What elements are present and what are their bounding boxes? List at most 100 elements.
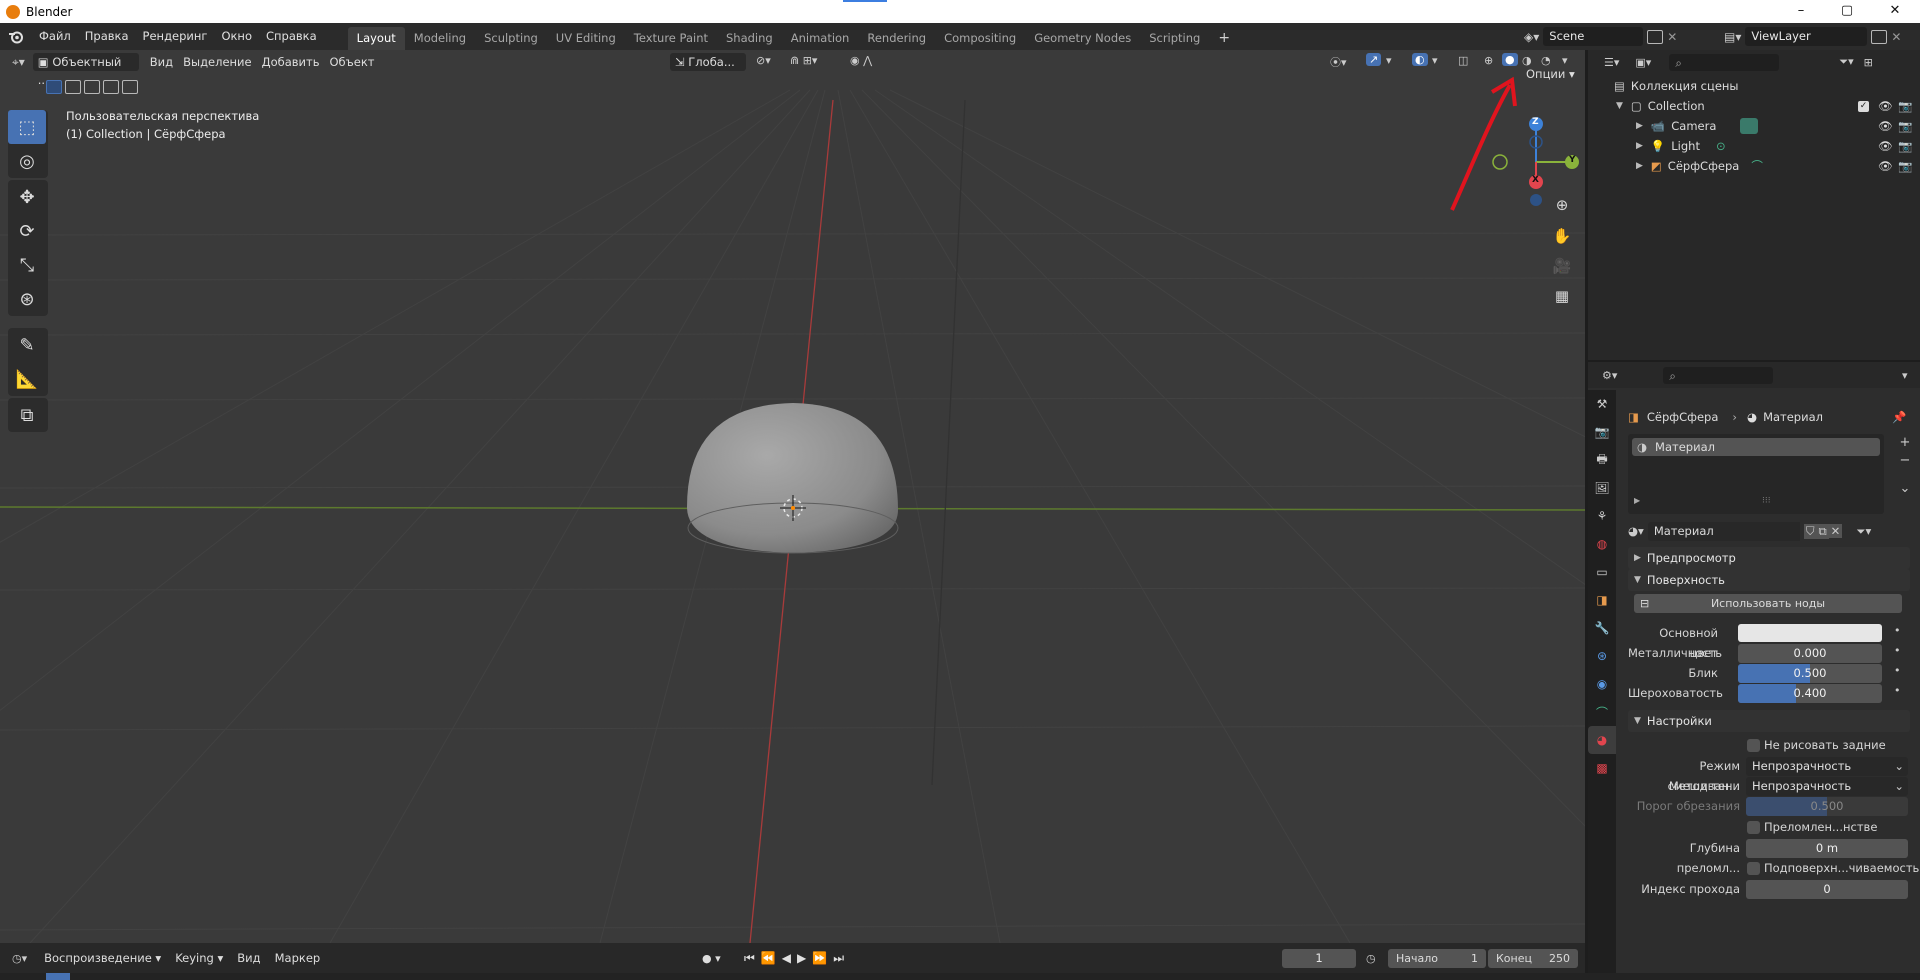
solid-shading-icon[interactable]: ● bbox=[1502, 53, 1518, 66]
zoom-icon[interactable]: ⊕ bbox=[1548, 191, 1576, 219]
minimize-button[interactable]: – bbox=[1778, 0, 1824, 23]
sss-translucency-checkbox[interactable] bbox=[1747, 862, 1760, 875]
unlink-material-icon[interactable]: ✕ bbox=[1828, 524, 1843, 538]
object-tab-icon[interactable]: ◨ bbox=[1588, 586, 1616, 614]
backface-culling-checkbox[interactable] bbox=[1747, 739, 1760, 752]
expand-arrow-icon[interactable]: ▶ bbox=[1636, 161, 1643, 171]
expand-arrow-icon[interactable]: ▶ bbox=[1636, 141, 1643, 151]
keyframe-dot-icon[interactable]: • bbox=[1894, 644, 1901, 657]
pan-hand-icon[interactable]: ✋ bbox=[1548, 222, 1576, 250]
auto-keying-icon[interactable]: ● ▾ bbox=[702, 952, 721, 965]
render-camera-icon[interactable]: 📷 bbox=[1898, 119, 1912, 133]
tab-animation[interactable]: Animation bbox=[782, 27, 859, 50]
view-layer-field[interactable]: ViewLayer bbox=[1745, 27, 1868, 46]
jump-end-icon[interactable]: ⏭ bbox=[833, 951, 844, 966]
metallic-slider[interactable]: 0.000 bbox=[1738, 644, 1882, 663]
xray-toggle-icon[interactable]: ◫ bbox=[1458, 54, 1468, 67]
annotate-tool-icon[interactable]: ✎ bbox=[8, 328, 46, 362]
render-camera-icon[interactable]: 📷 bbox=[1898, 159, 1912, 173]
base-color-swatch[interactable] bbox=[1738, 624, 1882, 642]
output-tab-icon[interactable]: 🖶 bbox=[1588, 446, 1616, 474]
texture-tab-icon[interactable]: ▩ bbox=[1588, 754, 1616, 782]
menu-render[interactable]: Рендеринг bbox=[136, 23, 215, 50]
menu-select[interactable]: Выделение bbox=[178, 53, 257, 71]
preview-range-icon[interactable]: ◷ bbox=[1366, 952, 1376, 965]
overlays-toggle-icon[interactable]: ◐ bbox=[1412, 53, 1428, 66]
menu-edit[interactable]: Правка bbox=[78, 23, 136, 50]
overlays-dropdown-icon[interactable]: ▾ bbox=[1432, 54, 1438, 67]
duplicate-material-icon[interactable]: ⧉ bbox=[1816, 523, 1829, 539]
collapse-arrow-icon[interactable]: ▼ bbox=[1616, 101, 1623, 111]
rotate-tool-icon[interactable]: ⟳ bbox=[8, 214, 46, 248]
move-tool-icon[interactable]: ✥ bbox=[8, 180, 46, 214]
tab-shading[interactable]: Shading bbox=[717, 27, 782, 50]
select-box-tool-icon[interactable]: ⬚ bbox=[8, 110, 46, 144]
collection-tab-icon[interactable]: ▭ bbox=[1588, 558, 1616, 586]
screen-refraction-checkbox[interactable] bbox=[1747, 821, 1760, 834]
material-tab-icon[interactable]: ◕ bbox=[1588, 726, 1616, 754]
visibility-eye-icon[interactable]: 👁 bbox=[1878, 119, 1893, 133]
measure-tool-icon[interactable]: 📐 bbox=[8, 362, 46, 396]
tab-geometry-nodes[interactable]: Geometry Nodes bbox=[1025, 27, 1140, 50]
outliner-editor-type-icon[interactable]: ☰▾ bbox=[1604, 56, 1619, 69]
blender-menu-icon[interactable] bbox=[0, 30, 32, 44]
select-subtract-icon[interactable] bbox=[84, 80, 100, 94]
tool-tab-icon[interactable]: ⚒ bbox=[1588, 390, 1616, 418]
shadow-mode-dropdown[interactable]: Непрозрачность ⌄ bbox=[1746, 777, 1908, 796]
menu-object[interactable]: Объект bbox=[325, 53, 380, 71]
gizmo-toggle-icon[interactable]: ↗ bbox=[1366, 53, 1382, 66]
properties-editor-type-icon[interactable]: ⚙▾ bbox=[1602, 369, 1617, 382]
transform-orientation-dropdown[interactable]: ⇲ Глоба... bbox=[670, 53, 746, 71]
view-layer-tab-icon[interactable]: 🖼 bbox=[1588, 474, 1616, 502]
gizmo-dropdown-icon[interactable]: ▾ bbox=[1386, 54, 1392, 67]
wireframe-shading-icon[interactable]: ⊕ bbox=[1484, 54, 1493, 67]
timeline-editor-type-icon[interactable]: ◷▾ bbox=[12, 952, 27, 965]
transform-tool-icon[interactable]: ⊛ bbox=[8, 282, 46, 316]
add-slot-icon[interactable]: + bbox=[1896, 434, 1914, 452]
material-slot-item[interactable]: ◑ Материал bbox=[1632, 438, 1880, 456]
jump-start-icon[interactable]: ⏮ bbox=[744, 951, 755, 966]
add-cube-tool-icon[interactable]: ⧉ bbox=[8, 398, 46, 432]
tab-uv-editing[interactable]: UV Editing bbox=[547, 27, 625, 50]
marker-menu[interactable]: Маркер bbox=[270, 949, 326, 967]
menu-add[interactable]: Добавить bbox=[257, 53, 325, 71]
new-scene-icon[interactable] bbox=[1647, 29, 1664, 44]
properties-options-icon[interactable]: ▾ bbox=[1902, 369, 1908, 382]
play-reverse-icon[interactable]: ◀ bbox=[782, 951, 791, 966]
expand-slots-icon[interactable]: ▶ bbox=[1634, 496, 1640, 505]
timeline-view-menu[interactable]: Вид bbox=[232, 949, 265, 967]
add-workspace-button[interactable]: + bbox=[1209, 27, 1239, 50]
visibility-eye-icon[interactable]: 👁 bbox=[1878, 139, 1893, 153]
pass-index-field[interactable]: 0 bbox=[1746, 880, 1908, 899]
cursor-tool-icon[interactable]: ◎ bbox=[8, 144, 46, 178]
fake-user-icon[interactable]: ⛉ bbox=[1803, 523, 1817, 539]
delete-view-layer-icon[interactable]: ✕ bbox=[1891, 30, 1901, 44]
play-icon[interactable]: ▶ bbox=[797, 951, 806, 966]
expand-arrow-icon[interactable]: ▶ bbox=[1636, 121, 1643, 131]
preview-panel-header[interactable]: ▶ Предпросмотр bbox=[1628, 547, 1910, 569]
new-view-layer-icon[interactable] bbox=[1871, 29, 1888, 44]
particles-tab-icon[interactable]: ⊛ bbox=[1588, 642, 1616, 670]
visibility-icon[interactable]: ⦿▾ bbox=[1330, 54, 1347, 70]
pivot-point-icon[interactable]: ⊘▾ bbox=[756, 54, 771, 67]
tab-layout[interactable]: Layout bbox=[347, 27, 405, 50]
tab-rendering[interactable]: Rendering bbox=[858, 27, 935, 50]
refraction-depth-field[interactable]: 0 m bbox=[1746, 839, 1908, 858]
options-dropdown[interactable]: Опции ▾ bbox=[1521, 65, 1581, 83]
filter-icon[interactable]: ⏷▾ bbox=[1839, 55, 1853, 69]
scale-tool-icon[interactable]: ⤡ bbox=[8, 248, 46, 282]
new-collection-icon[interactable]: ⊞ bbox=[1864, 56, 1873, 69]
3d-viewport[interactable]: ⌖▾ ▣ Объектный ... Вид Выделение Добавит… bbox=[0, 50, 1585, 943]
blend-mode-dropdown[interactable]: Непрозрачность ⌄ bbox=[1746, 757, 1908, 776]
select-intersect-icon[interactable] bbox=[122, 80, 138, 94]
keyframe-dot-icon[interactable]: • bbox=[1894, 664, 1901, 677]
tab-scripting[interactable]: Scripting bbox=[1140, 27, 1209, 50]
snap-icon[interactable]: ⋒ ⊞▾ bbox=[790, 54, 817, 67]
slot-specials-icon[interactable]: ⌄ bbox=[1896, 480, 1914, 498]
outliner-row-surfsphere[interactable]: ▶ ◩ СёрфСфера ⌒ 👁 📷 bbox=[1588, 156, 1920, 176]
editor-type-icon[interactable]: ⌖▾ bbox=[12, 55, 25, 70]
tab-modeling[interactable]: Modeling bbox=[405, 27, 475, 50]
outliner-row-light[interactable]: ▶ 💡 Light ⊙ 👁 📷 bbox=[1588, 136, 1920, 156]
outliner-search-input[interactable]: ⌕ bbox=[1669, 53, 1780, 71]
render-tab-icon[interactable]: 📷 bbox=[1588, 418, 1616, 446]
